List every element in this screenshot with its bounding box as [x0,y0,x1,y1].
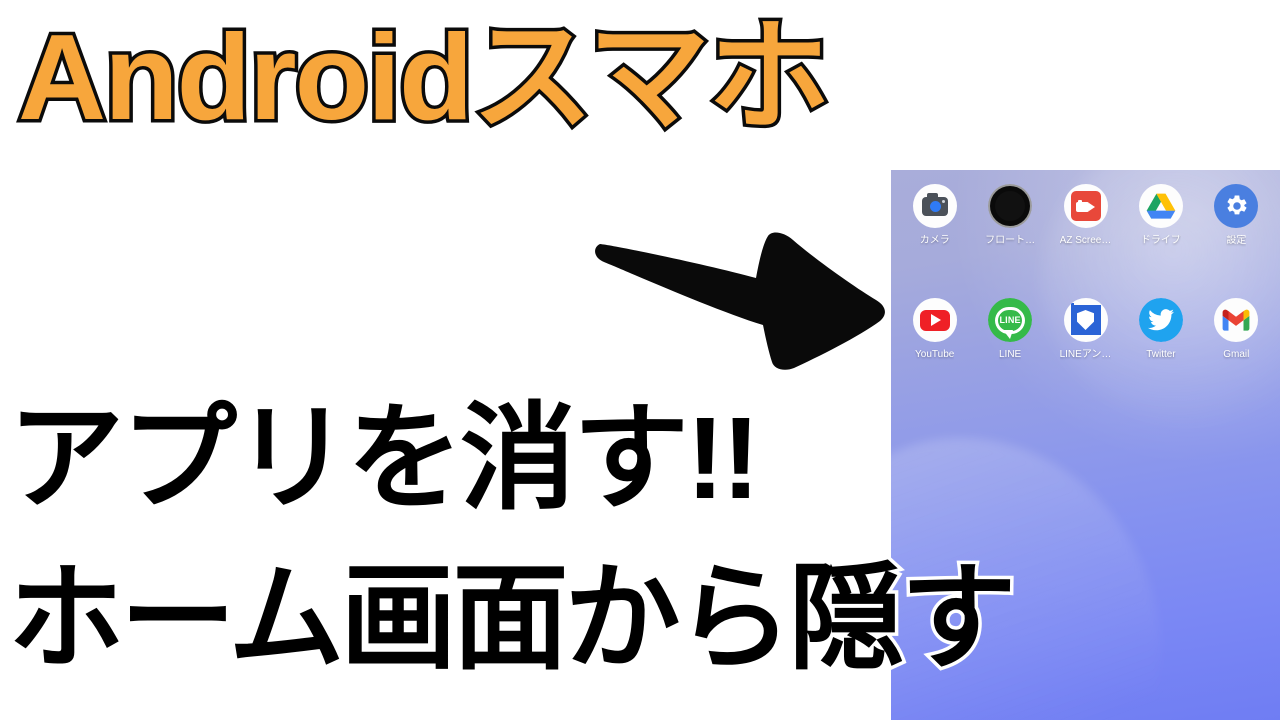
app-label: LINEアン… [1059,349,1112,360]
line-antivirus-icon[interactable] [1063,298,1108,342]
app-item-camera[interactable]: カメラ [897,184,972,247]
line-icon[interactable]: LINE [988,298,1033,342]
app-label: ドライブ [1140,235,1181,246]
thumbnail-canvas: カメラ フロート… AZ Scree… ドライブ 設定 YouTube LINE… [0,0,1280,720]
headline-secondary: ホーム画面から隠す [5,553,1021,683]
app-label: フロート… [985,235,1036,246]
app-item-line-antivirus[interactable]: LINEアン… [1048,298,1123,361]
floating-button-icon[interactable] [988,184,1033,228]
az-screen-recorder-icon[interactable] [1063,184,1108,228]
app-item-floating-button[interactable]: フロート… [972,184,1047,247]
twitter-icon[interactable] [1138,298,1183,342]
app-row: YouTube LINE LINE LINEアン… Twitter Gmail [891,298,1280,361]
camera-icon[interactable] [912,184,957,228]
app-item-youtube[interactable]: YouTube [897,298,972,361]
app-item-gmail[interactable]: Gmail [1199,298,1274,361]
app-label: Twitter [1146,349,1176,360]
app-item-az-screen-recorder[interactable]: AZ Scree… [1048,184,1123,247]
app-item-twitter[interactable]: Twitter [1123,298,1198,361]
settings-gear-icon[interactable] [1214,184,1259,228]
headline-primary: アプリを消す!! [4,393,763,523]
app-label: LINE [998,349,1022,360]
google-drive-icon[interactable] [1138,184,1183,228]
app-row: カメラ フロート… AZ Scree… ドライブ 設定 [891,184,1280,247]
page-title: Androidスマホ [15,9,834,146]
app-label: AZ Scree… [1059,235,1112,246]
app-label: カメラ [919,235,950,246]
gmail-icon[interactable] [1214,298,1259,342]
youtube-icon[interactable] [912,298,957,342]
right-arrow-icon [595,232,885,370]
app-item-line[interactable]: LINE LINE [972,298,1047,361]
app-item-settings[interactable]: 設定 [1199,184,1274,247]
app-item-google-drive[interactable]: ドライブ [1123,184,1198,247]
app-label: Gmail [1223,349,1250,360]
app-label: YouTube [915,349,955,360]
app-label: 設定 [1226,235,1247,246]
